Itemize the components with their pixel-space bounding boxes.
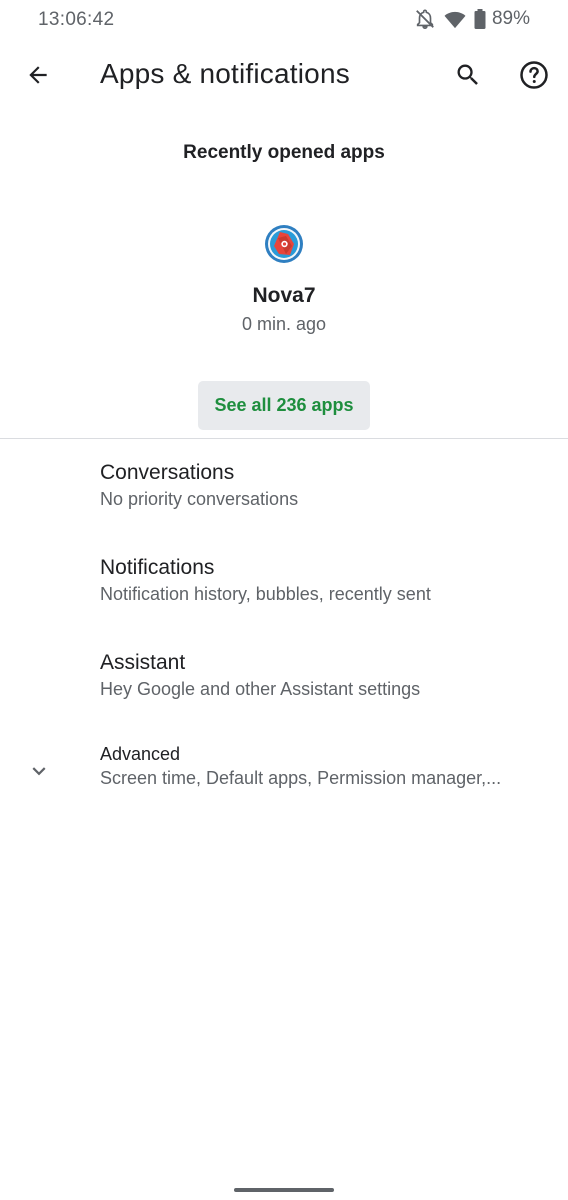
- back-arrow-icon: [25, 62, 51, 93]
- notifications-off-icon: [414, 8, 436, 30]
- nova7-app-icon: [264, 224, 304, 264]
- assistant-item[interactable]: Assistant Hey Google and other Assistant…: [0, 636, 568, 726]
- recent-app-item[interactable]: Nova7 0 min. ago: [184, 218, 384, 340]
- conversations-item[interactable]: Conversations No priority conversations: [0, 446, 568, 536]
- battery-percent: 89%: [491, 8, 530, 29]
- app-bar: Apps & notifications: [0, 40, 568, 114]
- search-button[interactable]: [448, 57, 488, 97]
- notifications-item[interactable]: Notifications Notification history, bubb…: [0, 541, 568, 631]
- chevron-down-icon: [26, 758, 52, 784]
- gesture-nav-handle[interactable]: [234, 1188, 334, 1192]
- see-all-apps-button[interactable]: See all 236 apps: [198, 381, 370, 430]
- app-last-used: 0 min. ago: [241, 314, 327, 334]
- divider: [0, 438, 568, 439]
- search-icon: [454, 61, 482, 94]
- assistant-title: Assistant: [100, 651, 186, 674]
- conversations-summary: No priority conversations: [100, 489, 299, 509]
- app-name: Nova7: [252, 284, 316, 307]
- advanced-item[interactable]: Advanced Screen time, Default apps, Perm…: [0, 730, 568, 820]
- advanced-title: Advanced: [100, 744, 181, 764]
- back-button[interactable]: [18, 57, 58, 97]
- notifications-summary: Notification history, bubbles, recently …: [100, 584, 431, 604]
- status-time: 13:06:42: [38, 9, 115, 30]
- advanced-summary: Screen time, Default apps, Permission ma…: [100, 768, 502, 788]
- page-title: Apps & notifications: [100, 58, 350, 89]
- status-icons: 89%: [414, 8, 530, 30]
- notifications-title: Notifications: [100, 556, 215, 579]
- assistant-summary: Hey Google and other Assistant settings: [100, 679, 421, 699]
- help-button[interactable]: [514, 57, 554, 97]
- wifi-icon: [444, 9, 466, 29]
- recent-apps-header: Recently opened apps: [183, 142, 385, 163]
- help-icon: [519, 60, 549, 95]
- battery-icon: [474, 9, 486, 29]
- status-bar: 13:06:42 89%: [0, 0, 568, 40]
- conversations-title: Conversations: [100, 461, 235, 484]
